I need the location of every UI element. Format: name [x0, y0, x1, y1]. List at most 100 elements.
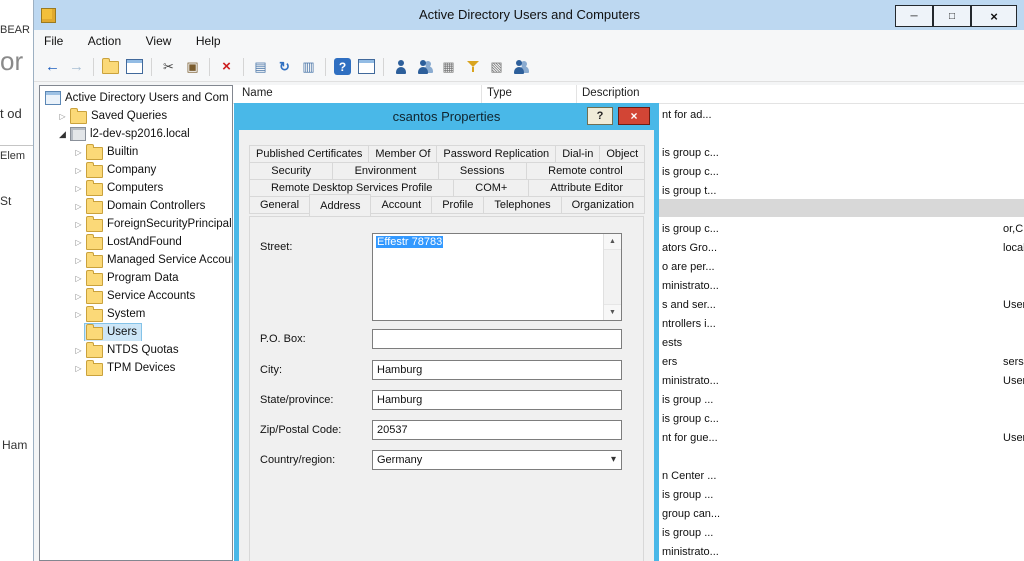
- tab-object[interactable]: Object: [599, 145, 645, 163]
- maximize-button[interactable]: □: [933, 5, 971, 27]
- menu-view[interactable]: View: [136, 30, 182, 51]
- expand-arrow-icon[interactable]: ▷: [72, 346, 85, 355]
- expand-arrow-icon[interactable]: ▷: [72, 238, 85, 247]
- tab-published-certificates[interactable]: Published Certificates: [249, 145, 369, 163]
- list-item[interactable]: or,CN: [1003, 223, 1024, 235]
- tree-item-computers[interactable]: ▷ Computers: [40, 179, 232, 197]
- tree-item-lost-and-found[interactable]: ▷ LostAndFound: [40, 233, 232, 251]
- scroll-up-icon[interactable]: ▲: [604, 234, 621, 250]
- pobox-field[interactable]: [372, 329, 622, 349]
- column-separator[interactable]: [481, 85, 482, 103]
- textarea-scrollbar[interactable]: ▲ ▼: [603, 234, 621, 320]
- list-item[interactable]: ministrato...: [662, 375, 719, 387]
- column-separator[interactable]: [576, 85, 577, 103]
- expand-arrow-icon[interactable]: ▷: [56, 112, 69, 121]
- list-item[interactable]: Users,: [1003, 299, 1024, 311]
- scroll-down-icon[interactable]: ▼: [604, 304, 621, 320]
- minimize-button[interactable]: ─: [895, 5, 933, 27]
- tree-item-service-accounts[interactable]: ▷ Service Accounts: [40, 287, 232, 305]
- zip-field[interactable]: 20537: [372, 420, 622, 440]
- delete-icon[interactable]: ×: [216, 56, 237, 77]
- list-item[interactable]: ministrato...: [662, 546, 719, 558]
- list-item[interactable]: nt for ad...: [662, 109, 712, 121]
- menu-action[interactable]: Action: [78, 30, 131, 51]
- list-item[interactable]: ministrato...: [662, 280, 719, 292]
- expand-arrow-icon[interactable]: ▷: [72, 202, 85, 211]
- properties-icon[interactable]: ▤: [250, 56, 271, 77]
- tab-organization[interactable]: Organization: [561, 196, 645, 214]
- list-item[interactable]: is group c...: [662, 223, 719, 235]
- expand-arrow-icon[interactable]: ▷: [72, 166, 85, 175]
- create-group-icon[interactable]: [414, 56, 435, 77]
- expand-arrow-icon[interactable]: ▷: [72, 274, 85, 283]
- list-item[interactable]: is group ...: [662, 527, 713, 539]
- tree-item-foreign-security-principals[interactable]: ▷ ForeignSecurityPrincipals: [40, 215, 232, 233]
- window-titlebar[interactable]: Active Directory Users and Computers ─ □…: [34, 0, 1024, 31]
- tree-item-tpm-devices[interactable]: ▷ TPM Devices: [40, 359, 232, 377]
- list-item[interactable]: local: [1003, 242, 1024, 254]
- collapse-arrow-icon[interactable]: ◢: [56, 129, 69, 140]
- tab-account[interactable]: Account: [370, 196, 432, 214]
- expand-arrow-icon[interactable]: ▷: [72, 220, 85, 229]
- view-grid-icon[interactable]: ▦: [438, 56, 459, 77]
- selected-row-highlight[interactable]: [659, 199, 1024, 217]
- list-item[interactable]: is group ...: [662, 394, 713, 406]
- menu-help[interactable]: Help: [186, 30, 231, 51]
- chevron-down-icon[interactable]: ▾: [611, 454, 616, 465]
- back-icon[interactable]: ←: [42, 56, 63, 77]
- tree-item-root[interactable]: Active Directory Users and Com: [40, 89, 232, 107]
- tab-telephones[interactable]: Telephones: [483, 196, 561, 214]
- tab-member-of[interactable]: Member Of: [368, 145, 437, 163]
- tree-item-domain[interactable]: ◢ l2-dev-sp2016.local: [40, 125, 232, 143]
- list-item[interactable]: is group ...: [662, 489, 713, 501]
- tab-security[interactable]: Security: [249, 162, 333, 180]
- tab-remote-control[interactable]: Remote control: [526, 162, 645, 180]
- tree-item-ntds-quotas[interactable]: ▷ NTDS Quotas: [40, 341, 232, 359]
- tab-com-plus[interactable]: COM+: [453, 179, 529, 197]
- close-button[interactable]: ×: [971, 5, 1017, 27]
- expand-arrow-icon[interactable]: ▷: [72, 310, 85, 319]
- expand-arrow-icon[interactable]: ▷: [72, 184, 85, 193]
- list-item[interactable]: User: [1003, 432, 1024, 444]
- country-select[interactable]: Germany ▾: [372, 450, 622, 470]
- show-console-tree-icon[interactable]: [100, 56, 121, 77]
- paste-icon[interactable]: ▣: [182, 56, 203, 77]
- list-item[interactable]: o are per...: [662, 261, 715, 273]
- tree-item-managed-service-accounts[interactable]: ▷ Managed Service Accoun: [40, 251, 232, 269]
- column-header-name[interactable]: Name: [242, 87, 273, 99]
- column-header-description[interactable]: Description: [582, 87, 640, 99]
- tree-item-program-data[interactable]: ▷ Program Data: [40, 269, 232, 287]
- new-window-icon[interactable]: [356, 56, 377, 77]
- tree-item-company[interactable]: ▷ Company: [40, 161, 232, 179]
- expand-arrow-icon[interactable]: ▷: [72, 148, 85, 157]
- list-item[interactable]: nt for gue...: [662, 432, 718, 444]
- tab-sessions[interactable]: Sessions: [438, 162, 527, 180]
- tree-item-builtin[interactable]: ▷ Builtin: [40, 143, 232, 161]
- list-item[interactable]: is group c...: [662, 147, 719, 159]
- tab-environment[interactable]: Environment: [332, 162, 438, 180]
- column-header-type[interactable]: Type: [487, 87, 512, 99]
- tab-address[interactable]: Address: [309, 194, 371, 216]
- list-item[interactable]: ntrollers i...: [662, 318, 716, 330]
- street-textarea[interactable]: Effestr 78783 ▲ ▼: [372, 233, 622, 321]
- export-list-icon[interactable]: ▥: [298, 56, 319, 77]
- dialog-help-button[interactable]: ?: [587, 107, 613, 125]
- console-window-icon[interactable]: [124, 56, 145, 77]
- tab-profile[interactable]: Profile: [431, 196, 484, 214]
- dialog-close-button[interactable]: ×: [618, 107, 650, 125]
- tab-password-replication[interactable]: Password Replication: [436, 145, 556, 163]
- tree-item-system[interactable]: ▷ System: [40, 305, 232, 323]
- list-item[interactable]: ers: [662, 356, 677, 368]
- create-user-icon[interactable]: [390, 56, 411, 77]
- filter-icon[interactable]: [462, 56, 483, 77]
- list-item[interactable]: ests: [662, 337, 682, 349]
- state-field[interactable]: Hamburg: [372, 390, 622, 410]
- tree-item-saved-queries[interactable]: ▷ Saved Queries: [40, 107, 232, 125]
- tab-general[interactable]: General: [249, 196, 310, 214]
- list-item[interactable]: n Center ...: [662, 470, 716, 482]
- list-item[interactable]: s and ser...: [662, 299, 716, 311]
- list-item[interactable]: is group c...: [662, 166, 719, 178]
- list-item[interactable]: group can...: [662, 508, 720, 520]
- help-icon[interactable]: ?: [332, 56, 353, 77]
- add-to-group-icon[interactable]: [510, 56, 531, 77]
